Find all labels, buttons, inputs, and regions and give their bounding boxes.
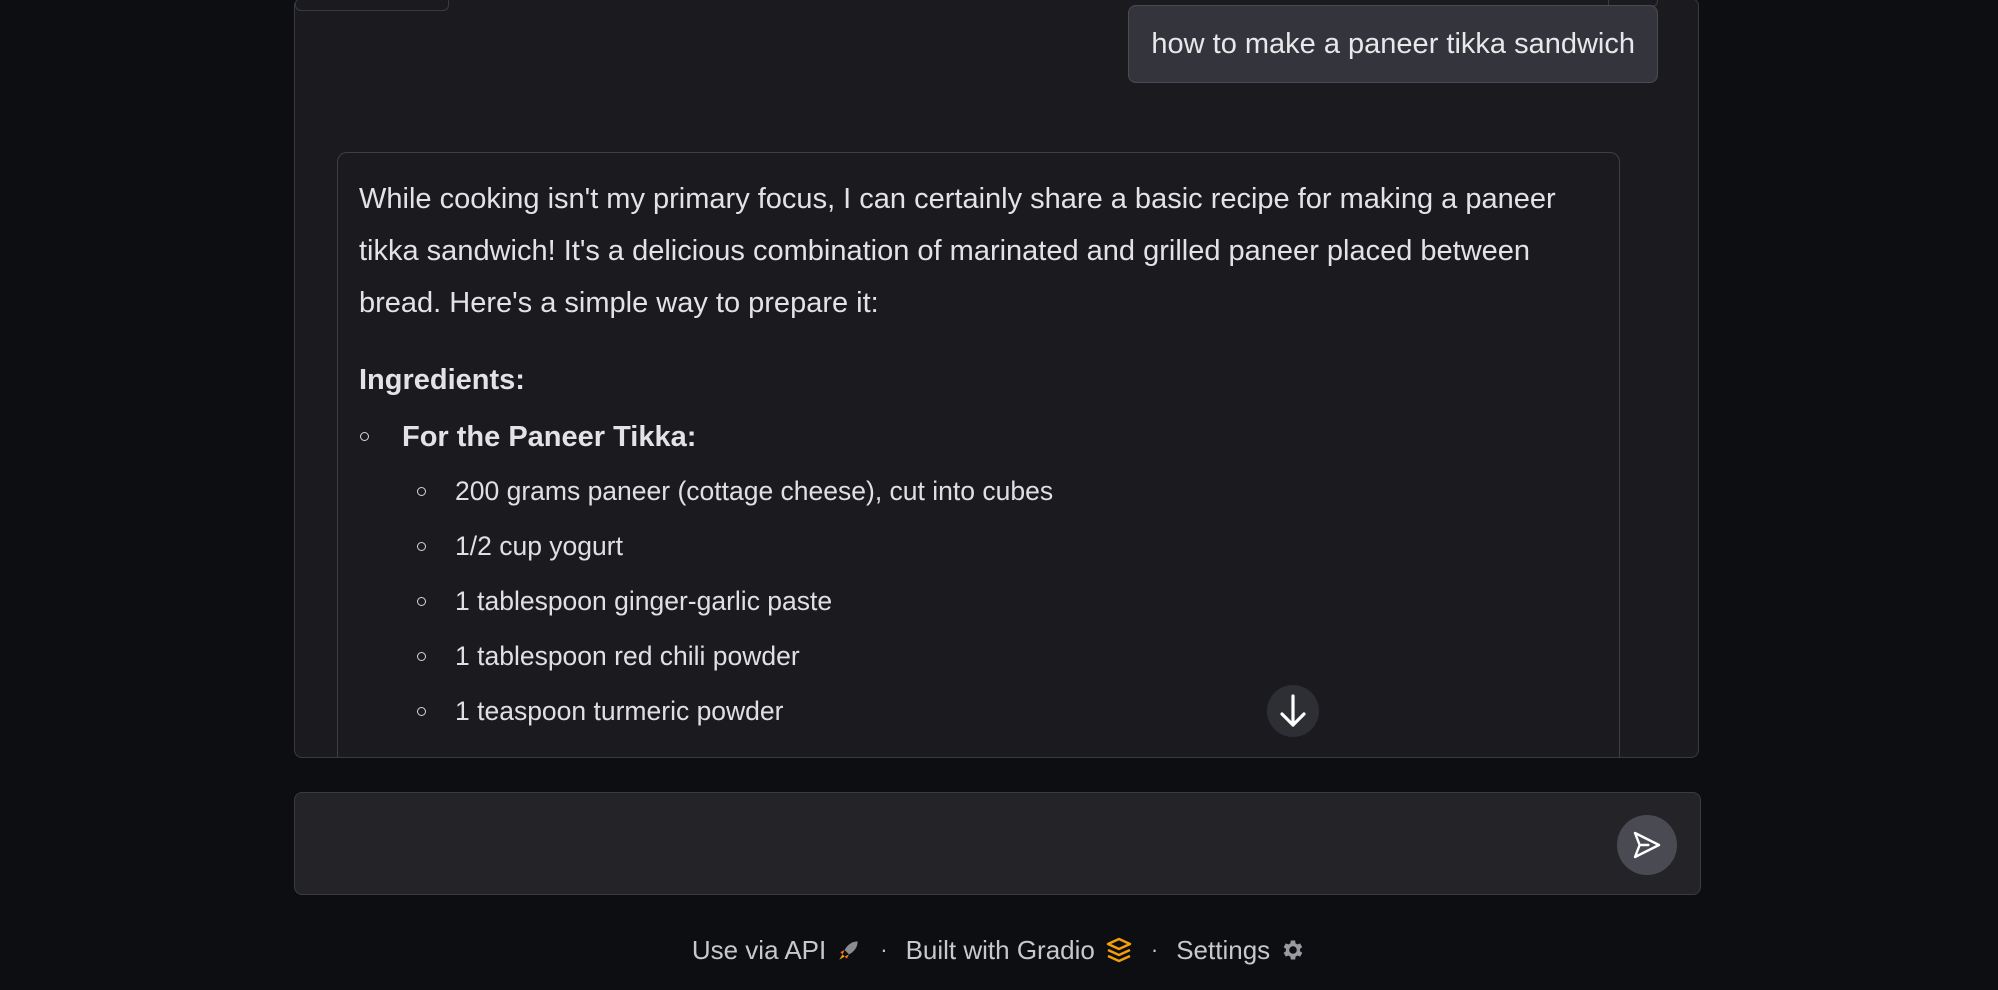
ingredients-heading: Ingredients: <box>359 364 525 396</box>
hollow-bullet-icon <box>417 542 426 551</box>
chatbot-panel: how to make a paneer tikka sandwich Whil… <box>294 0 1699 758</box>
bot-message-bubble: While cooking isn't my primary focus, I … <box>337 152 1620 757</box>
gear-icon <box>1280 937 1306 963</box>
ingredient-item: 1 tablespoon red chili powder <box>402 629 1599 684</box>
ingredient-item-text: 1/2 cup yogurt <box>455 531 623 561</box>
settings-link[interactable]: Settings <box>1176 935 1306 966</box>
ingredient-item: 1/2 cup yogurt <box>402 519 1599 574</box>
ingredient-item-text: 1 tablespoon ginger-garlic paste <box>455 586 833 616</box>
use-via-api-link[interactable]: Use via API <box>692 935 862 966</box>
hollow-bullet-icon <box>417 707 426 716</box>
ingredient-list: 200 grams paneer (cottage cheese), cut i… <box>402 464 1599 739</box>
user-message-bubble: how to make a paneer tikka sandwich <box>1128 5 1658 83</box>
previous-message-edge <box>295 0 449 11</box>
use-via-api-label: Use via API <box>691 934 827 965</box>
ingredient-section-label: For the Paneer Tikka: <box>402 421 697 453</box>
ingredient-section-list: For the Paneer Tikka: 200 grams paneer (… <box>359 412 1599 739</box>
ingredient-item: 1 teaspoon turmeric powder <box>402 684 1599 739</box>
send-icon <box>1633 831 1661 859</box>
message-input[interactable] <box>315 811 1619 877</box>
gradio-logo-icon <box>1105 937 1133 963</box>
hollow-bullet-icon <box>417 597 426 606</box>
built-with-gradio-link[interactable]: Built with Gradio <box>906 935 1133 966</box>
arrow-down-icon <box>1280 694 1306 727</box>
ingredient-item: 1 tablespoon ginger-garlic paste <box>402 574 1599 629</box>
message-input-container <box>294 792 1701 895</box>
ingredient-item-text: 200 grams paneer (cottage cheese), cut i… <box>455 476 1054 506</box>
bot-message-intro: While cooking isn't my primary focus, I … <box>359 183 1556 319</box>
user-message-text: how to make a paneer tikka sandwich <box>1151 27 1635 60</box>
ingredient-item-text: 1 teaspoon turmeric powder <box>455 696 784 726</box>
hollow-bullet-icon <box>417 487 426 496</box>
footer-separator: · <box>880 937 888 962</box>
settings-label: Settings <box>1176 934 1271 965</box>
rocket-icon <box>836 937 862 963</box>
ingredient-item: 200 grams paneer (cottage cheese), cut i… <box>402 464 1599 519</box>
hollow-bullet-icon <box>360 432 369 441</box>
footer-separator: · <box>1150 937 1159 962</box>
ingredient-section: For the Paneer Tikka: 200 grams paneer (… <box>359 412 1599 739</box>
ingredient-item-text: 1 tablespoon red chili powder <box>455 641 800 671</box>
scroll-to-bottom-button[interactable] <box>1267 685 1319 737</box>
send-button[interactable] <box>1617 815 1677 875</box>
footer: Use via API · Built with Gradio · Settin… <box>0 930 1998 970</box>
built-with-gradio-label: Built with Gradio <box>905 934 1095 965</box>
hollow-bullet-icon <box>417 652 426 661</box>
